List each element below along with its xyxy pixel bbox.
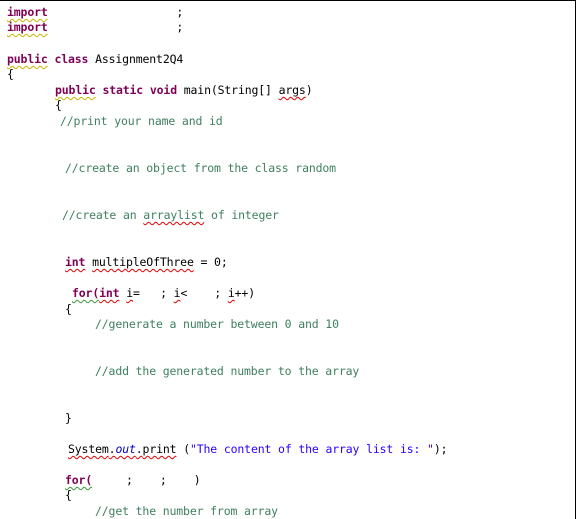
open-brace: { <box>65 302 72 316</box>
method-print: print <box>142 442 177 456</box>
field-out: out <box>115 442 136 456</box>
code-line-class-declaration[interactable]: public class Assignment2Q4 <box>7 52 183 67</box>
comment-text: //get the number from array <box>95 504 278 518</box>
comment-text: //create an <box>62 208 144 222</box>
param-args: args <box>278 83 306 97</box>
code-editor[interactable]: import ; import ; public class Assignmen… <box>0 0 576 519</box>
string-literal: "The content of the array list is: " <box>189 442 434 456</box>
keyword-import: import <box>7 5 48 19</box>
comment-text: //create an object from the class random <box>65 161 336 175</box>
open-brace: { <box>55 98 62 112</box>
import-rest: ; <box>47 20 184 34</box>
code-line-import-2[interactable]: import ; <box>7 20 183 35</box>
comment-text: //generate a number between 0 and 10 <box>95 317 339 331</box>
keyword-int: int <box>99 286 120 300</box>
comment-misspelled-word: arraylist <box>143 208 205 222</box>
loop-part: ; ; ) <box>92 473 201 487</box>
code-line-main-declaration[interactable]: public static void main(String[] args) <box>55 83 313 98</box>
keyword-public: public <box>55 83 96 97</box>
code-line-comment-add[interactable]: //add the generated number to the array <box>95 364 359 379</box>
class-name: Assignment2Q4 <box>88 52 184 66</box>
code-line-comment-random[interactable]: //create an object from the class random <box>65 161 336 176</box>
close-paren: ) <box>305 83 313 97</box>
comment-text: //print your name and id <box>60 114 223 128</box>
comment-text: of integer <box>204 208 279 222</box>
main-signature: main(String[] <box>176 83 279 97</box>
open-brace: { <box>65 488 72 502</box>
loop-variable: i <box>227 286 235 300</box>
loop-part: < ; <box>180 286 228 300</box>
code-line-comment-get[interactable]: //get the number from array <box>95 504 278 519</box>
keyword-int: int <box>65 255 86 269</box>
variable-name: multipleOfThree <box>92 255 194 269</box>
close-paren: ); <box>433 442 448 456</box>
keyword-for: for( <box>72 286 100 300</box>
code-line-main-open-brace[interactable]: { <box>55 98 62 113</box>
code-line-for2-open-brace[interactable]: { <box>65 488 72 503</box>
import-rest: ; <box>47 5 184 19</box>
keyword-static: static <box>102 83 144 97</box>
keyword-for: for( <box>65 473 93 487</box>
code-line-for-loop-1[interactable]: for(int i= ; i< ; i++) <box>72 286 255 301</box>
close-brace: } <box>65 411 72 425</box>
code-line-for-open-brace[interactable]: { <box>65 302 72 317</box>
keyword-import: import <box>7 20 48 34</box>
keyword-void: void <box>149 83 177 97</box>
dot: . <box>135 442 143 456</box>
loop-part: ++) <box>234 286 255 300</box>
code-line-for-loop-2[interactable]: for( ; ; ) <box>65 473 201 488</box>
keyword-class: class <box>54 52 89 66</box>
assignment: = 0; <box>193 255 228 269</box>
code-line-class-open-brace[interactable]: { <box>7 67 14 82</box>
loop-variable: i <box>126 286 133 300</box>
code-line-import-1[interactable]: import ; <box>7 5 183 20</box>
code-line-comment-arraylist[interactable]: //create an arraylist of integer <box>62 208 279 223</box>
open-paren: ( <box>176 442 190 456</box>
code-line-comment-print[interactable]: //print your name and id <box>60 114 223 129</box>
keyword-public: public <box>7 52 48 66</box>
code-line-print-statement[interactable]: System.out.print ("The content of the ar… <box>68 442 448 457</box>
code-line-for-close-brace[interactable]: } <box>65 411 72 426</box>
open-brace: { <box>7 67 14 81</box>
loop-part: = ; <box>133 286 174 300</box>
code-line-variable-declaration[interactable]: int multipleOfThree = 0; <box>65 255 228 270</box>
class-system: System <box>68 442 109 456</box>
code-line-comment-generate[interactable]: //generate a number between 0 and 10 <box>95 317 339 332</box>
comment-text: //add the generated number to the array <box>95 364 360 378</box>
